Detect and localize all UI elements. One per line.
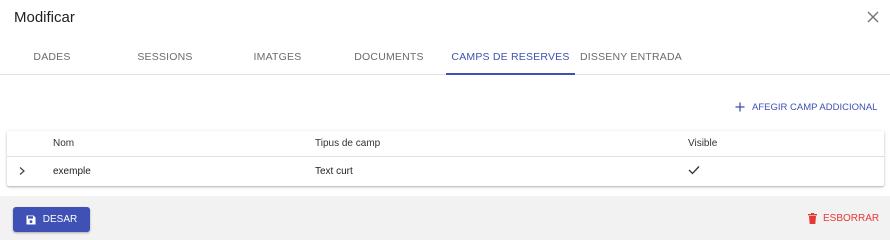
column-header-visible: Visible [688,138,718,149]
tab-documents[interactable]: DOCUMENTS [345,44,433,74]
add-field-label: AFEGIR CAMP ADDICIONAL [752,101,878,113]
column-header-tipus: Tipus de camp [315,138,381,149]
trash-icon [808,213,817,224]
tab-dades[interactable]: DADES [16,44,88,74]
tab-camps-de-reserves[interactable]: CAMPS DE RESERVES [446,44,575,75]
add-field-button[interactable]: AFEGIR CAMP ADDICIONAL [734,99,877,115]
check-icon [688,166,700,175]
save-button[interactable]: DESAR [13,207,90,232]
cell-field-type: Text curt [315,166,353,177]
cell-name: exemple [53,166,91,177]
column-header-nom: Nom [53,138,75,149]
chevron-right-icon[interactable] [17,166,27,176]
delete-button[interactable]: ESBORRAR [808,213,879,224]
plus-icon [735,102,745,112]
floppy-disk-icon [26,215,36,224]
close-icon[interactable] [864,8,882,26]
table-header: Nom Tipus de camp Visible [7,131,884,157]
dialog-title: Modificar [14,9,75,26]
tab-disseny-entrada[interactable]: DISSENY ENTRADA [578,44,684,74]
fields-table: Nom Tipus de camp Visible exemple Text c… [7,131,884,186]
tab-bar: DADES SESSIONS IMATGES DOCUMENTS CAMPS D… [0,44,890,75]
table-row[interactable]: exemple Text curt [7,157,884,186]
delete-label: ESBORRAR [823,213,880,224]
save-label: DESAR [42,214,78,225]
tab-sessions[interactable]: SESSIONS [125,44,205,74]
tab-imatges[interactable]: IMATGES [240,44,315,74]
dialog-footer: DESAR ESBORRAR [0,196,890,240]
